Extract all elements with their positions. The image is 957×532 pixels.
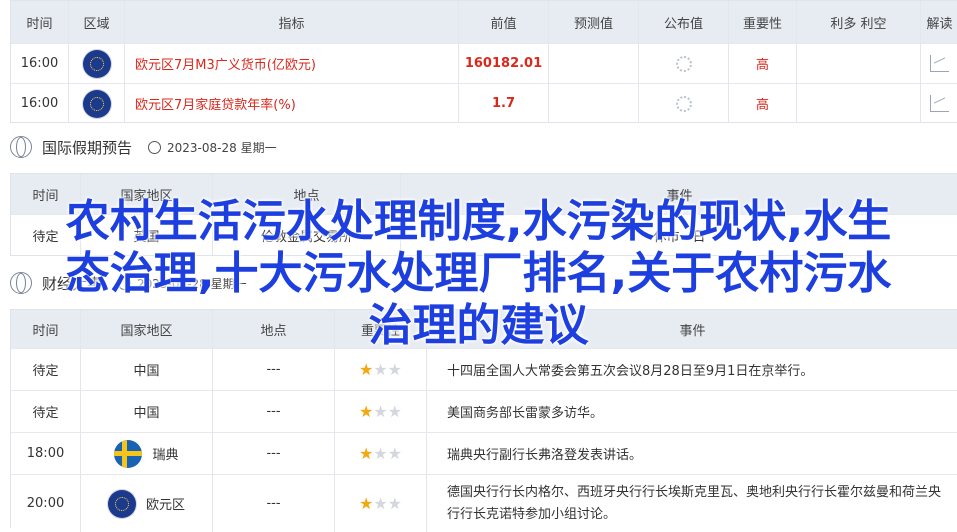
sweden-flag-icon	[114, 439, 143, 468]
col-previous: 前值	[459, 1, 549, 43]
table-row[interactable]: 16:00 欧元区7月家庭贷款年率(%) 1.7 高	[11, 83, 957, 123]
row-time: 待定	[11, 391, 81, 432]
row-importance: 高	[729, 44, 797, 83]
eu-flag-icon	[107, 489, 136, 518]
table-row[interactable]: 18:00 瑞典 --- ★ ★ ★ 瑞典央行副行长弗洛登发表讲话。	[11, 432, 957, 474]
row-event: 德国央行行长内格尔、西班牙央行行长埃斯克里瓦、奥地利央行行长霍尔兹曼和荷兰央行行…	[447, 484, 942, 522]
overlay-headline: 农村生活污水处理制度,水污染的现状,水生 态治理,十大污水处理厂排名,关于农村污…	[0, 196, 957, 352]
importance-stars: ★ ★ ★	[335, 475, 427, 532]
row-country: 瑞典	[152, 448, 179, 463]
clock-icon	[148, 140, 162, 154]
economic-data-table: 时间 区域 指标 前值 预测值 公布值 重要性 利多 利空 解读 16:00 欧…	[10, 0, 957, 123]
col-time: 时间	[11, 1, 69, 43]
row-time: 16:00	[11, 84, 69, 123]
table-row[interactable]: 待定 中国 --- ★ ★ ★ 十四届全国人大常委会第五次会议8月28日至9月1日在…	[11, 348, 957, 390]
table-row[interactable]: 待定 中国 --- ★ ★ ★ 美国商务部长雷蒙多访华。	[11, 390, 957, 432]
row-country: 中国	[81, 349, 213, 390]
section-date: 2023-08-28 星期一	[167, 140, 277, 155]
row-country-cell: 欧元区	[81, 475, 213, 532]
row-forecast	[549, 44, 639, 83]
section-title: 国际假期预告	[42, 138, 133, 157]
star-icon: ★	[373, 360, 388, 379]
star-icon: ★	[358, 444, 374, 463]
table-row[interactable]: 20:00 欧元区 --- ★ ★ ★ 德国央行行长内格尔、西班牙央行行长埃斯克里瓦…	[11, 474, 957, 532]
row-event: 美国商务部长雷蒙多访华。	[447, 406, 604, 421]
col-region: 区域	[69, 1, 125, 43]
overlay-line: 治理的建议	[368, 300, 589, 351]
loading-icon	[675, 55, 692, 72]
row-time: 16:00	[11, 44, 69, 83]
row-country-cell: 瑞典	[81, 433, 213, 474]
col-forecast: 预测值	[549, 1, 639, 43]
importance-stars: ★ ★ ★	[335, 349, 427, 390]
row-bull-bear	[797, 84, 921, 123]
row-place: ---	[213, 349, 335, 390]
row-previous: 160182.01	[459, 44, 549, 83]
col-indicator: 指标	[125, 1, 459, 43]
row-indicator[interactable]: 欧元区7月家庭贷款年率(%)	[125, 84, 459, 123]
importance-stars: ★ ★ ★	[335, 391, 427, 432]
star-icon: ★	[387, 402, 403, 421]
globe-icon	[10, 136, 32, 158]
row-event: 瑞典央行副行长弗洛登发表讲话。	[447, 448, 643, 463]
row-place: ---	[213, 391, 335, 432]
row-importance: 高	[729, 84, 797, 123]
eu-flag-icon	[82, 89, 111, 118]
star-icon: ★	[387, 494, 403, 513]
holiday-section-header: 国际假期预告 2023-08-28 星期一	[10, 136, 277, 158]
star-icon: ★	[358, 360, 374, 379]
overlay-line: 态治理,十大污水处理厂排名,关于农村污水	[65, 248, 892, 299]
eu-flag-icon	[82, 49, 111, 78]
row-previous: 1.7	[459, 84, 549, 123]
col-importance: 重要性	[729, 1, 797, 43]
row-event: 十四届全国人大常委会第五次会议8月28日至9月1日在京举行。	[447, 364, 814, 379]
chart-icon[interactable]	[930, 95, 949, 112]
star-icon: ★	[358, 494, 374, 513]
star-icon: ★	[387, 444, 403, 463]
star-icon: ★	[358, 402, 374, 421]
overlay-line: 农村生活污水处理制度,水污染的现状,水生	[65, 196, 892, 247]
row-country: 欧元区	[145, 498, 185, 513]
row-country: 中国	[81, 391, 213, 432]
importance-stars: ★ ★ ★	[335, 433, 427, 474]
row-place: ---	[213, 475, 335, 532]
col-interpret: 解读	[926, 16, 953, 32]
table-row[interactable]: 16:00 欧元区7月M3广义货币(亿欧元) 160182.01 高	[11, 43, 957, 83]
table-header: 时间 区域 指标 前值 预测值 公布值 重要性 利多 利空 解读	[11, 1, 957, 43]
star-icon: ★	[373, 494, 388, 513]
star-icon: ★	[373, 402, 388, 421]
row-bull-bear	[797, 44, 921, 83]
col-actual: 公布值	[639, 1, 729, 43]
star-icon: ★	[373, 444, 388, 463]
row-time: 待定	[11, 349, 81, 390]
row-place: ---	[213, 433, 335, 474]
row-forecast	[549, 84, 639, 123]
row-time: 18:00	[11, 433, 81, 474]
star-icon: ★	[387, 360, 403, 379]
loading-icon	[675, 95, 692, 112]
chart-icon[interactable]	[930, 55, 949, 72]
col-bull-bear: 利多 利空	[797, 1, 921, 43]
row-time: 20:00	[11, 475, 81, 532]
row-indicator[interactable]: 欧元区7月M3广义货币(亿欧元)	[125, 44, 459, 83]
